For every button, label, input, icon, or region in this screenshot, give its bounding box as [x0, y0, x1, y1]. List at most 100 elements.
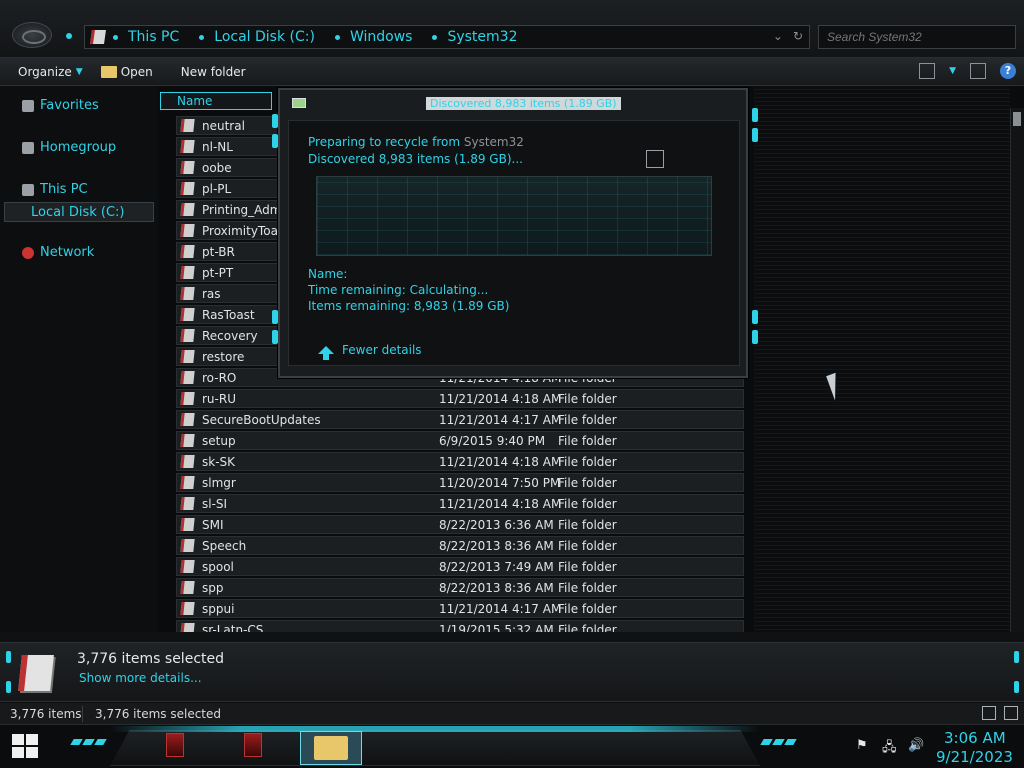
table-row[interactable]: ru-RU 11/21/2014 4:18 AM File folder — [176, 389, 744, 408]
system-tray: ⚑ 🖧 🔊 — [856, 738, 924, 755]
table-row[interactable]: setup 6/9/2015 9:40 PM File folder — [176, 431, 744, 450]
network-tray-icon[interactable]: 🖧 — [882, 738, 898, 755]
vertical-scrollbar[interactable] — [1010, 108, 1024, 642]
row-type: File folder — [558, 601, 617, 616]
folder-icon — [180, 287, 195, 300]
row-date: 11/21/2014 4:17 AM — [439, 412, 562, 427]
network-icon — [22, 246, 34, 259]
row-type: File folder — [558, 496, 617, 511]
clock-time[interactable]: 3:06 AM — [944, 729, 1006, 747]
folder-icon — [180, 371, 195, 384]
open-label: Open — [120, 64, 153, 79]
nav-item-favorites[interactable]: Favorites — [22, 98, 99, 113]
row-type: File folder — [558, 454, 617, 469]
row-date: 8/22/2013 8:36 AM — [439, 580, 554, 595]
organize-button[interactable]: Organize ▼ — [18, 65, 83, 79]
taskbar-app-icon[interactable] — [166, 733, 184, 757]
table-row[interactable]: sk-SK 11/21/2014 4:18 AM File folder — [176, 452, 744, 471]
clock-date[interactable]: 9/21/2023 — [936, 748, 1013, 766]
row-name: slmgr — [202, 475, 236, 490]
table-row[interactable]: SMI 8/22/2013 6:36 AM File folder — [176, 515, 744, 534]
folder-icon — [180, 140, 195, 153]
breadcrumb-system32[interactable]: System32 — [428, 29, 518, 45]
address-path-box[interactable]: This PC Local Disk (C:) Windows System32… — [84, 25, 810, 49]
column-header-label: Name — [177, 94, 213, 108]
table-row[interactable]: spool 8/22/2013 7:49 AM File folder — [176, 557, 744, 576]
frame-stud-icon — [272, 330, 278, 344]
fewer-details-button[interactable]: Fewer details — [318, 343, 422, 360]
preparing-text: Preparing to recycle from System32 — [308, 135, 524, 149]
frame-stud-icon — [6, 651, 11, 663]
frame-stud-icon — [1014, 651, 1019, 663]
volume-icon[interactable]: 🔊 — [908, 738, 924, 754]
recycle-progress-dialog: Discovered 8,983 items (1.89 GB) Prepari… — [272, 88, 758, 378]
folder-icon — [180, 581, 195, 594]
folder-icon — [180, 203, 195, 216]
file-explorer-icon — [314, 736, 348, 760]
caret-down-icon[interactable]: ▼ — [949, 66, 956, 76]
details-selected-count: 3,776 items selected — [77, 651, 224, 667]
homegroup-icon — [22, 141, 34, 154]
nav-label: Favorites — [40, 98, 99, 113]
breadcrumb-label: This PC — [128, 29, 180, 45]
nav-item-network[interactable]: Network — [22, 245, 94, 260]
breadcrumb-windows[interactable]: Windows — [331, 29, 412, 45]
nav-dot-icon — [66, 33, 72, 39]
row-type: File folder — [558, 475, 617, 490]
taskbar-app-icon[interactable] — [244, 733, 262, 757]
open-button[interactable]: Open — [100, 64, 153, 79]
table-row[interactable]: SecureBootUpdates 11/21/2014 4:17 AM File … — [176, 410, 744, 429]
chevron-down-icon[interactable]: ⌄ — [773, 29, 783, 43]
row-name: ru-RU — [202, 391, 236, 406]
row-date: 8/22/2013 6:36 AM — [439, 517, 554, 532]
command-toolbar: Organize ▼ Open New folder ▼ ? — [0, 58, 1024, 86]
frame-stud-icon — [272, 310, 278, 324]
folder-icon — [180, 119, 195, 132]
column-header-name[interactable]: Name — [160, 92, 272, 110]
folder-icon — [100, 65, 117, 78]
table-row[interactable]: Speech 8/22/2013 8:36 AM File folder — [176, 536, 744, 555]
view-options-icon[interactable] — [919, 63, 936, 79]
folder-icon — [180, 518, 195, 531]
fewer-details-label: Fewer details — [342, 343, 422, 357]
scrollbar-thumb[interactable] — [1013, 112, 1021, 126]
folder-icon — [180, 539, 195, 552]
crumb-separator-icon — [432, 34, 438, 40]
flag-icon[interactable]: ⚑ — [856, 738, 872, 754]
folder-path-icon — [90, 30, 106, 44]
pause-checkbox[interactable] — [646, 150, 664, 168]
table-row[interactable]: slmgr 11/20/2014 7:50 PM File folder — [176, 473, 744, 492]
breadcrumb-this-pc[interactable]: This PC — [109, 29, 179, 45]
row-date: 6/9/2015 9:40 PM — [439, 433, 546, 448]
table-row[interactable]: sppui 11/21/2014 4:17 AM File folder — [176, 599, 744, 618]
frame-stud-icon — [6, 681, 11, 693]
frame-stud-icon — [752, 330, 758, 344]
row-date: 11/20/2014 7:50 PM — [439, 475, 561, 490]
breadcrumb-local-disk[interactable]: Local Disk (C:) — [195, 29, 315, 45]
details-view-icon[interactable] — [982, 706, 996, 720]
nav-label: This PC — [40, 182, 88, 197]
windows-start-icon[interactable] — [12, 734, 38, 758]
refresh-icon[interactable]: ↻ — [793, 29, 803, 43]
nav-label: Local Disk (C:) — [31, 204, 125, 220]
show-more-details-link[interactable]: Show more details... — [79, 671, 202, 685]
frame-stud-icon — [272, 114, 278, 128]
back-orb-button[interactable] — [12, 22, 52, 48]
table-row[interactable]: sl-SI 11/21/2014 4:18 AM File folder — [176, 494, 744, 513]
help-icon[interactable]: ? — [1000, 63, 1016, 79]
search-input[interactable] — [818, 25, 1016, 49]
row-name: SMI — [202, 517, 224, 532]
new-folder-button[interactable]: New folder — [181, 65, 246, 79]
table-row[interactable]: spp 8/22/2013 8:36 AM File folder — [176, 578, 744, 597]
horizontal-scrollbar[interactable] — [0, 632, 1024, 642]
crumb-separator-icon — [334, 34, 340, 40]
large-icons-view-icon[interactable] — [1004, 706, 1018, 720]
nav-item-local-disk[interactable]: Local Disk (C:) — [4, 202, 154, 222]
nav-item-homegroup[interactable]: Homegroup — [22, 140, 116, 155]
folder-icon — [180, 560, 195, 573]
preview-pane-icon[interactable] — [970, 63, 986, 79]
folder-icon — [180, 413, 195, 426]
row-type: File folder — [558, 559, 617, 574]
star-icon — [22, 99, 34, 112]
nav-item-this-pc[interactable]: This PC — [22, 182, 88, 197]
